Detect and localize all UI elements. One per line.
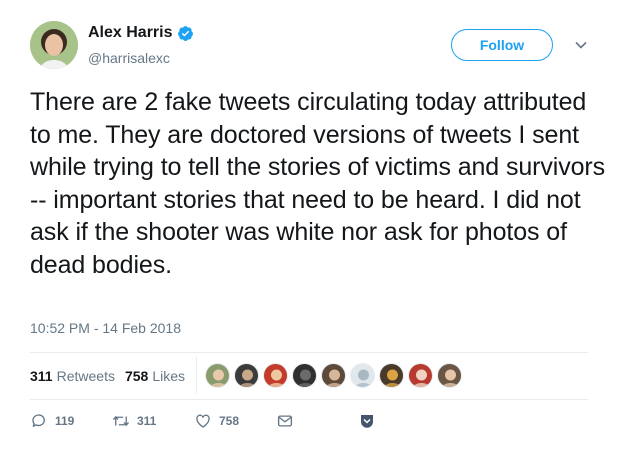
liker-avatar[interactable] [205, 363, 230, 388]
retweet-count: 311 [137, 414, 157, 428]
like-button[interactable]: 758 [194, 412, 276, 430]
action-bar: 119 311 758 [30, 412, 376, 430]
tweet-text: There are 2 fake tweets circulating toda… [30, 88, 606, 279]
tweet-timestamp[interactable]: 10:52 PM - 14 Feb 2018 [30, 320, 181, 336]
liker-avatars [205, 363, 466, 388]
chevron-down-icon[interactable] [574, 38, 588, 52]
verified-badge-icon [177, 25, 193, 41]
retweets-stat[interactable]: 311 Retweets [30, 368, 115, 384]
author-name[interactable]: Alex Harris [88, 24, 173, 42]
retweets-count: 311 [30, 368, 53, 384]
divider [30, 399, 588, 400]
retweets-label: Retweets [56, 368, 115, 384]
reply-button[interactable]: 119 [30, 412, 112, 430]
likes-count: 758 [124, 368, 149, 384]
likes-stat[interactable]: 758 Likes [125, 368, 185, 384]
liker-avatar[interactable] [379, 363, 404, 388]
message-icon [277, 415, 293, 427]
divider [30, 352, 588, 353]
like-count: 758 [219, 414, 240, 428]
liker-avatar[interactable] [350, 363, 375, 388]
follow-button[interactable]: Follow [451, 29, 553, 61]
likes-label: Likes [152, 368, 185, 384]
engagement-stats: 311 Retweets 758 Likes [30, 361, 195, 391]
message-button[interactable] [276, 412, 358, 430]
stats-separator [196, 357, 197, 393]
liker-avatar[interactable] [292, 363, 317, 388]
reply-icon [32, 414, 45, 427]
retweet-icon [112, 415, 130, 427]
retweet-button[interactable]: 311 [112, 412, 194, 430]
author-handle[interactable]: @harrisalexc [88, 50, 170, 66]
author-avatar[interactable] [30, 21, 78, 69]
reply-count: 119 [55, 414, 75, 428]
more-actions-button[interactable] [358, 412, 376, 430]
liker-avatar[interactable] [234, 363, 259, 388]
liker-avatar[interactable] [437, 363, 462, 388]
bookmark-shield-icon [361, 415, 373, 428]
liker-avatar[interactable] [408, 363, 433, 388]
liker-avatar[interactable] [263, 363, 288, 388]
like-icon [196, 414, 210, 428]
liker-avatar[interactable] [321, 363, 346, 388]
